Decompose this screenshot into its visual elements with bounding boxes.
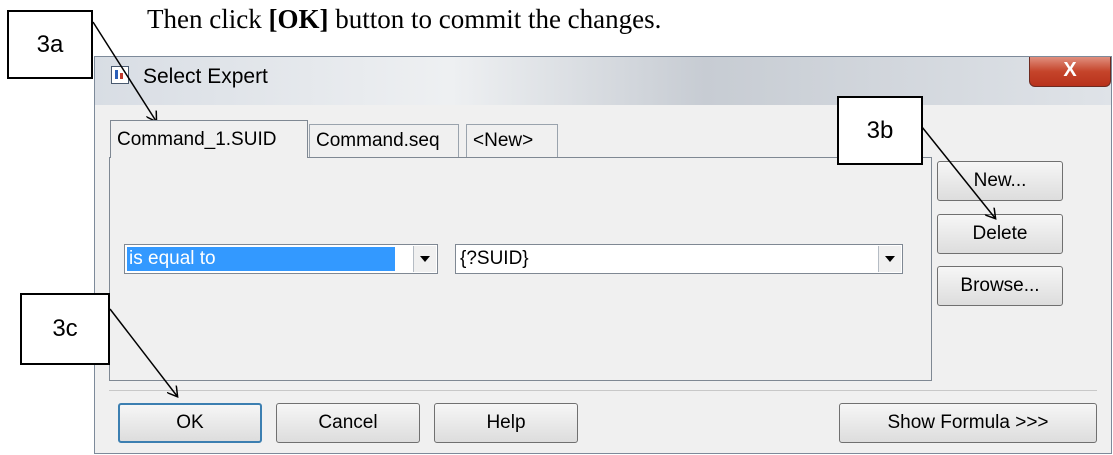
annotation-arrows xyxy=(92,21,1113,455)
tab-command-1-suid[interactable]: Command_1.SUID xyxy=(110,120,308,158)
arrow-3b xyxy=(921,126,995,218)
arrow-3c xyxy=(109,308,177,396)
arrow-3a xyxy=(92,21,156,121)
